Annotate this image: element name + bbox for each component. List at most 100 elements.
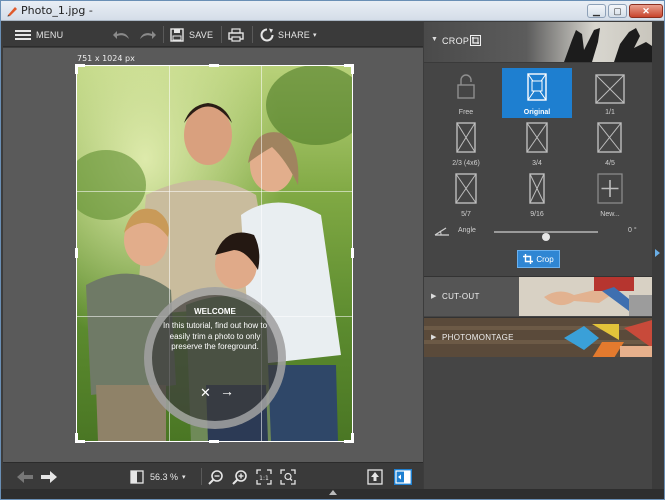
save-label: SAVE [189, 29, 214, 40]
ratio-label: Free [458, 109, 474, 116]
ratio-1-1[interactable]: 1/1 [575, 68, 645, 118]
angle-icon [434, 227, 449, 236]
collapse-panel-icon[interactable] [655, 249, 660, 257]
image-icon [527, 73, 547, 101]
svg-text:1:1: 1:1 [259, 475, 269, 482]
title-bar: Photo_1.jpg - ▁ ▢ ✕ [1, 1, 664, 21]
tools-panel: ▼ CROP Free Original 1/1 2/3 (4x6) 3/4 4… [424, 22, 652, 489]
zoom-out-button[interactable] [208, 463, 224, 490]
undo-icon [113, 30, 129, 39]
toolbar-divider [221, 26, 222, 43]
ratio-new[interactable]: New... [575, 170, 645, 220]
print-button[interactable] [228, 22, 244, 47]
crop-options: Free Original 1/1 2/3 (4x6) 3/4 4/5 5/7 … [424, 62, 652, 274]
maximize-button[interactable]: ▢ [608, 4, 627, 18]
share-label: SHARE [278, 29, 311, 40]
angle-slider-handle[interactable] [542, 233, 550, 241]
cutout-section-header[interactable]: ▶ CUT-OUT [424, 276, 652, 316]
chevron-right-icon: ▶ [431, 293, 437, 300]
toggle-panel-button[interactable] [394, 463, 412, 490]
redo-button[interactable] [138, 22, 156, 47]
printer-icon [228, 27, 244, 42]
actual-size-button[interactable]: 1:1 [256, 463, 272, 490]
ratio-9-16[interactable]: 9/16 [502, 170, 572, 220]
crop-button-label: Crop [536, 254, 554, 264]
zoom-out-icon [208, 469, 223, 485]
fit-window-icon [280, 468, 296, 485]
chevron-down-icon: ▾ [182, 473, 186, 481]
chevron-down-icon: ▾ [313, 31, 317, 39]
status-bar [1, 489, 664, 499]
arrow-right-icon [41, 470, 57, 483]
image-dimensions: 751 x 1024 px [77, 54, 135, 63]
actual-size-icon: 1:1 [256, 468, 272, 485]
window-title: Photo_1.jpg - [21, 4, 93, 17]
zoom-dropdown[interactable]: 56.3 % ▾ [130, 463, 186, 490]
ratio-label: 1/1 [605, 109, 615, 116]
toolbar: MENU SAVE SHARE ▾ [3, 22, 423, 47]
previous-image-button[interactable] [17, 463, 33, 490]
chevron-right-icon: ▶ [431, 334, 437, 341]
zoom-in-icon [232, 469, 247, 485]
welcome-text: In this tutorial, find out how to easily… [162, 321, 268, 351]
ratio-3-4[interactable]: 3/4 [502, 119, 572, 169]
side-panel-icon [394, 468, 412, 485]
ratio-icon [529, 173, 545, 204]
toolbar-divider [163, 26, 164, 43]
angle-slider[interactable] [494, 231, 598, 241]
bottom-divider [201, 468, 202, 485]
ratio-label: Original [523, 109, 551, 116]
angle-control: Angle 0 ° [432, 225, 644, 241]
ratio-icon [455, 173, 477, 204]
chevron-down-icon: ▼ [431, 36, 438, 43]
ratio-2-3[interactable]: 2/3 (4x6) [431, 119, 501, 169]
ratio-label: 4/5 [605, 160, 615, 167]
menu-button[interactable]: MENU [15, 22, 63, 47]
ratio-5-7[interactable]: 5/7 [431, 170, 501, 220]
crop-header-label: CROP [442, 36, 470, 46]
share-button[interactable]: SHARE ▾ [260, 22, 317, 47]
ratio-4-5[interactable]: 4/5 [575, 119, 645, 169]
welcome-tutorial-bubble: WELCOME In this tutorial, find out how t… [144, 287, 286, 429]
ratio-label: 2/3 (4x6) [452, 160, 480, 167]
ratio-icon [456, 122, 476, 153]
crop-button[interactable]: Crop [517, 250, 560, 268]
share-icon [260, 28, 274, 41]
app-icon [7, 7, 17, 17]
fit-to-window-button[interactable] [280, 463, 296, 490]
ratio-icon [526, 122, 548, 153]
ratio-original[interactable]: Original [502, 68, 572, 118]
floppy-icon [170, 27, 184, 42]
image-canvas[interactable]: 751 x 1024 px WELCOME In this tutorial, … [3, 48, 423, 462]
photomontage-section-header[interactable]: ▶ PHOTOMONTAGE [424, 317, 652, 357]
ratio-icon [595, 74, 625, 104]
upload-icon [367, 468, 383, 485]
arrow-right-icon[interactable]: → [220, 384, 234, 398]
bottom-toolbar: 56.3 % ▾ 1:1 [3, 462, 423, 489]
lock-icon [457, 74, 475, 99]
export-button[interactable] [367, 463, 383, 490]
close-icon[interactable]: ✕ [200, 386, 211, 400]
fit-view-icon [130, 469, 144, 484]
next-image-button[interactable] [41, 463, 57, 490]
app-window: Photo_1.jpg - ▁ ▢ ✕ MENU SAVE SHARE ▾ 75… [0, 0, 665, 500]
menu-label: MENU [36, 29, 64, 40]
close-button[interactable]: ✕ [629, 4, 663, 18]
crop-section-header[interactable]: ▼ CROP [424, 22, 652, 62]
ratio-label: New... [600, 211, 620, 218]
undo-button[interactable] [113, 22, 131, 47]
plus-icon [597, 173, 623, 204]
angle-label: Angle [458, 227, 476, 234]
cutout-header-label: CUT-OUT [442, 292, 480, 301]
ratio-icon [597, 122, 622, 153]
save-button[interactable]: SAVE [170, 22, 213, 47]
photomontage-header-label: PHOTOMONTAGE [442, 333, 514, 342]
chevron-up-icon[interactable] [329, 490, 337, 495]
ratio-label: 5/7 [461, 211, 471, 218]
crop-icon [523, 254, 534, 264]
ratio-label: 3/4 [532, 160, 542, 167]
minimize-button[interactable]: ▁ [587, 4, 606, 18]
zoom-value: 56.3 % [150, 471, 179, 482]
zoom-in-button[interactable] [232, 463, 248, 490]
ratio-free[interactable]: Free [431, 68, 501, 118]
